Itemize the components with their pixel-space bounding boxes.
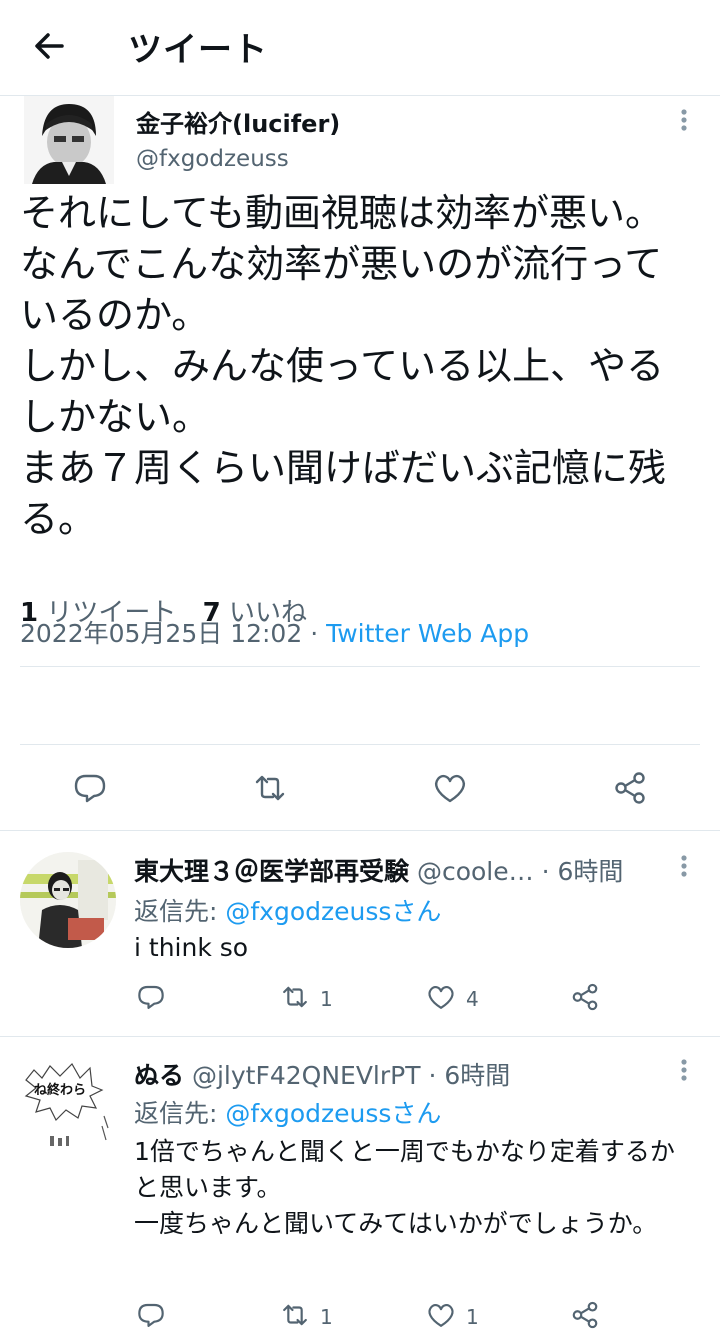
like-icon <box>426 982 456 1016</box>
like-icon <box>426 1300 456 1334</box>
divider <box>20 744 700 745</box>
reply-text: 1倍でちゃんと聞くと一周でもかなり定着するかと思います。 一度ちゃんと聞いてみて… <box>134 1137 675 1238</box>
retweet-icon <box>280 982 310 1016</box>
retweet-button[interactable]: 1 <box>280 1300 333 1334</box>
share-icon <box>570 982 600 1016</box>
like-label: いいね <box>229 598 308 628</box>
retweet-count: 1 <box>320 987 333 1011</box>
share-icon <box>570 1300 600 1334</box>
like-button[interactable]: 4 <box>426 982 479 1016</box>
avatar[interactable] <box>24 96 114 184</box>
retweet-icon <box>280 1300 310 1334</box>
tweet-text: それにしても動画視聴は効率が悪い。 なんでこんな効率が悪いのが流行っているのか。… <box>20 191 667 541</box>
reply-button[interactable] <box>136 982 166 1016</box>
avatar-lettering: ね終わら <box>34 1082 86 1098</box>
divider <box>20 666 700 667</box>
reply-to: 返信先: @fxgodzeussさん <box>134 1094 441 1130</box>
reply-author-handle[interactable]: @coole… <box>417 857 534 886</box>
reply-to-mention[interactable]: @fxgodzeussさん <box>225 897 441 926</box>
reply-to: 返信先: @fxgodzeussさん <box>134 892 441 928</box>
reply-time: · 6時間 <box>533 857 624 886</box>
share-button[interactable] <box>570 1300 600 1334</box>
tweet-stats: 1 リツイート 7 いいね <box>20 592 325 629</box>
avatar[interactable]: ね終わら <box>20 1056 116 1152</box>
reply-author-name[interactable]: 東大理３＠医学部再受験 <box>134 857 409 886</box>
back-arrow-icon[interactable] <box>30 26 70 66</box>
reply-to-mention[interactable]: @fxgodzeussさん <box>225 1099 441 1128</box>
like-stat[interactable]: 7 いいね <box>203 598 307 628</box>
more-vertical-icon[interactable] <box>672 1056 696 1084</box>
reply-to-label: 返信先: <box>134 897 226 926</box>
retweet-count: 1 <box>20 598 39 628</box>
author-handle[interactable]: @fxgodzeuss <box>136 146 289 172</box>
retweet-label: リツイート <box>46 598 177 628</box>
like-count: 1 <box>466 1305 479 1329</box>
author-name[interactable]: 金子裕介(lucifer) <box>136 104 340 139</box>
reply-author-name[interactable]: ぬる <box>134 1061 184 1090</box>
reply-icon[interactable] <box>72 770 108 806</box>
reply-tweet[interactable]: ね終わら ぬる @jlytF42QNEVlrPT · 6時間 返信先: @fxg… <box>0 1036 720 1338</box>
reply-header: 東大理３＠医学部再受験 @coole… · 6時間 <box>134 852 623 888</box>
like-button[interactable]: 1 <box>426 1300 479 1334</box>
reply-header: ぬる @jlytF42QNEVlrPT · 6時間 <box>134 1056 510 1092</box>
share-button[interactable] <box>570 982 600 1016</box>
retweet-count: 1 <box>320 1305 333 1329</box>
retweet-button[interactable]: 1 <box>280 982 333 1016</box>
reply-button[interactable] <box>136 1300 166 1334</box>
main-action-bar <box>0 760 720 816</box>
page-title: ツイート <box>128 30 268 70</box>
more-vertical-icon[interactable] <box>672 106 696 134</box>
avatar[interactable] <box>20 852 116 948</box>
like-count: 4 <box>466 987 479 1011</box>
like-count: 7 <box>202 598 221 628</box>
reply-tweet[interactable]: 東大理３＠医学部再受験 @coole… · 6時間 返信先: @fxgodzeu… <box>0 830 720 1036</box>
more-vertical-icon[interactable] <box>672 852 696 880</box>
reply-text: i think so <box>134 933 249 962</box>
reply-time: · 6時間 <box>420 1061 511 1090</box>
like-icon[interactable] <box>432 770 468 806</box>
source-link[interactable]: Twitter Web App <box>326 619 529 648</box>
top-bar: ツイート <box>0 0 720 96</box>
retweet-stat[interactable]: 1 リツイート <box>20 598 176 628</box>
reply-icon <box>136 1300 166 1334</box>
share-icon[interactable] <box>612 770 648 806</box>
reply-author-handle[interactable]: @jlytF42QNEVlrPT <box>192 1061 421 1090</box>
reply-to-label: 返信先: <box>134 1099 226 1128</box>
reply-icon <box>136 982 166 1016</box>
retweet-icon[interactable] <box>252 770 288 806</box>
